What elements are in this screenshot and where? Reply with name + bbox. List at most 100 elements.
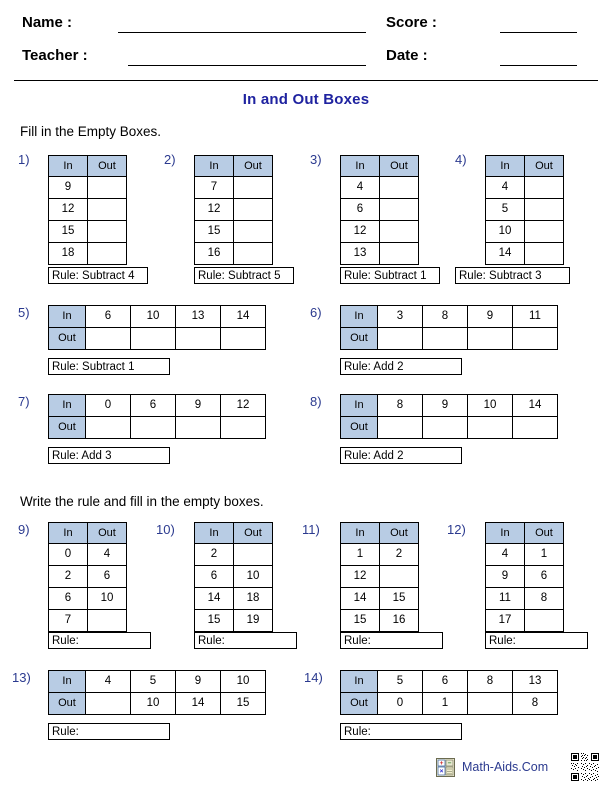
table-row-in: In 6 10 13 14 xyxy=(48,305,266,328)
out-cell[interactable] xyxy=(512,327,558,350)
out-cell[interactable] xyxy=(85,327,131,350)
out-cell[interactable] xyxy=(87,198,127,221)
rule-box-6[interactable]: Rule: Add 2 xyxy=(340,358,462,375)
out-cell[interactable] xyxy=(85,692,131,715)
site-name[interactable]: Math-Aids.Com xyxy=(462,760,548,774)
out-cell[interactable]: 14 xyxy=(175,692,221,715)
out-cell[interactable] xyxy=(379,565,419,588)
out-cell[interactable] xyxy=(379,220,419,243)
score-input-line[interactable] xyxy=(500,32,577,33)
row-header-out: Out xyxy=(48,327,86,350)
rule-box-14[interactable]: Rule: xyxy=(340,723,462,740)
out-cell[interactable]: 18 xyxy=(233,587,273,610)
out-cell[interactable] xyxy=(130,416,176,439)
rule-box-11[interactable]: Rule: xyxy=(340,632,443,649)
in-cell: 4 xyxy=(485,176,525,199)
in-cell: 4 xyxy=(340,176,380,199)
out-cell[interactable] xyxy=(524,609,564,632)
header-divider xyxy=(14,80,598,81)
out-cell[interactable] xyxy=(422,327,468,350)
out-cell[interactable]: 16 xyxy=(379,609,419,632)
table-row: 10 xyxy=(485,220,564,243)
out-cell[interactable] xyxy=(220,416,266,439)
out-cell[interactable] xyxy=(85,416,131,439)
out-cell[interactable] xyxy=(175,327,221,350)
out-cell[interactable] xyxy=(422,416,468,439)
io-table-2: In Out 7 12 15 16 xyxy=(194,155,273,265)
out-cell[interactable] xyxy=(233,543,273,566)
out-cell[interactable] xyxy=(379,242,419,265)
rule-box-9[interactable]: Rule: xyxy=(48,632,151,649)
rule-box-13[interactable]: Rule: xyxy=(48,723,170,740)
out-cell[interactable] xyxy=(524,198,564,221)
out-cell[interactable] xyxy=(467,692,513,715)
out-cell[interactable] xyxy=(467,327,513,350)
out-cell[interactable]: 8 xyxy=(512,692,558,715)
out-cell[interactable] xyxy=(233,176,273,199)
name-label: Name : xyxy=(22,14,73,31)
rule-box-3[interactable]: Rule: Subtract 1 xyxy=(340,267,440,284)
out-cell[interactable] xyxy=(512,416,558,439)
table-row-out: Out xyxy=(48,416,266,439)
out-cell[interactable]: 1 xyxy=(524,543,564,566)
section-1-instruction: Fill in the Empty Boxes. xyxy=(20,124,162,139)
out-cell[interactable] xyxy=(377,416,423,439)
svg-text:−: − xyxy=(448,760,452,767)
out-cell[interactable] xyxy=(233,220,273,243)
out-cell[interactable] xyxy=(379,198,419,221)
name-input-line[interactable] xyxy=(118,32,366,33)
out-cell[interactable]: 10 xyxy=(130,692,176,715)
date-input-line[interactable] xyxy=(500,65,577,66)
out-cell[interactable] xyxy=(87,176,127,199)
out-cell[interactable]: 19 xyxy=(233,609,273,632)
rule-box-7[interactable]: Rule: Add 3 xyxy=(48,447,170,464)
out-cell[interactable]: 10 xyxy=(233,565,273,588)
out-cell[interactable]: 15 xyxy=(220,692,266,715)
col-header-out: Out xyxy=(524,155,564,177)
table-row: 14 18 xyxy=(194,587,273,610)
out-cell[interactable]: 15 xyxy=(379,587,419,610)
rule-box-10[interactable]: Rule: xyxy=(194,632,297,649)
out-cell[interactable] xyxy=(467,416,513,439)
rule-box-8[interactable]: Rule: Add 2 xyxy=(340,447,462,464)
out-cell[interactable] xyxy=(233,242,273,265)
out-cell[interactable]: 0 xyxy=(377,692,423,715)
col-header-in: In xyxy=(194,155,234,177)
in-cell: 5 xyxy=(485,198,525,221)
in-cell: 9 xyxy=(467,305,513,328)
out-cell[interactable] xyxy=(220,327,266,350)
out-cell[interactable] xyxy=(524,220,564,243)
out-cell[interactable]: 6 xyxy=(524,565,564,588)
out-cell[interactable]: 6 xyxy=(87,565,127,588)
rule-box-2[interactable]: Rule: Subtract 5 xyxy=(194,267,294,284)
out-cell[interactable] xyxy=(377,327,423,350)
in-cell: 14 xyxy=(194,587,234,610)
out-cell[interactable]: 2 xyxy=(379,543,419,566)
out-cell[interactable]: 1 xyxy=(422,692,468,715)
teacher-input-line[interactable] xyxy=(128,65,366,66)
io-table-12: In Out 4 1 9 6 11 8 17 xyxy=(485,522,564,632)
in-cell: 12 xyxy=(220,394,266,417)
rule-box-12[interactable]: Rule: xyxy=(485,632,588,649)
out-cell[interactable] xyxy=(175,416,221,439)
col-header-out: Out xyxy=(524,522,564,544)
row-header-out: Out xyxy=(340,692,378,715)
problem-number-14: 14) xyxy=(304,670,323,685)
in-cell: 17 xyxy=(485,609,525,632)
out-cell[interactable]: 10 xyxy=(87,587,127,610)
rule-box-4[interactable]: Rule: Subtract 3 xyxy=(455,267,570,284)
rule-box-1[interactable]: Rule: Subtract 4 xyxy=(48,267,148,284)
out-cell[interactable]: 4 xyxy=(87,543,127,566)
out-cell[interactable] xyxy=(87,220,127,243)
out-cell[interactable] xyxy=(524,176,564,199)
out-cell[interactable] xyxy=(524,242,564,265)
out-cell[interactable] xyxy=(379,176,419,199)
out-cell[interactable] xyxy=(87,242,127,265)
out-cell[interactable] xyxy=(87,609,127,632)
out-cell[interactable] xyxy=(130,327,176,350)
table-row-out: Out xyxy=(340,327,558,350)
col-header-out: Out xyxy=(379,155,419,177)
out-cell[interactable]: 8 xyxy=(524,587,564,610)
out-cell[interactable] xyxy=(233,198,273,221)
rule-box-5[interactable]: Rule: Subtract 1 xyxy=(48,358,170,375)
